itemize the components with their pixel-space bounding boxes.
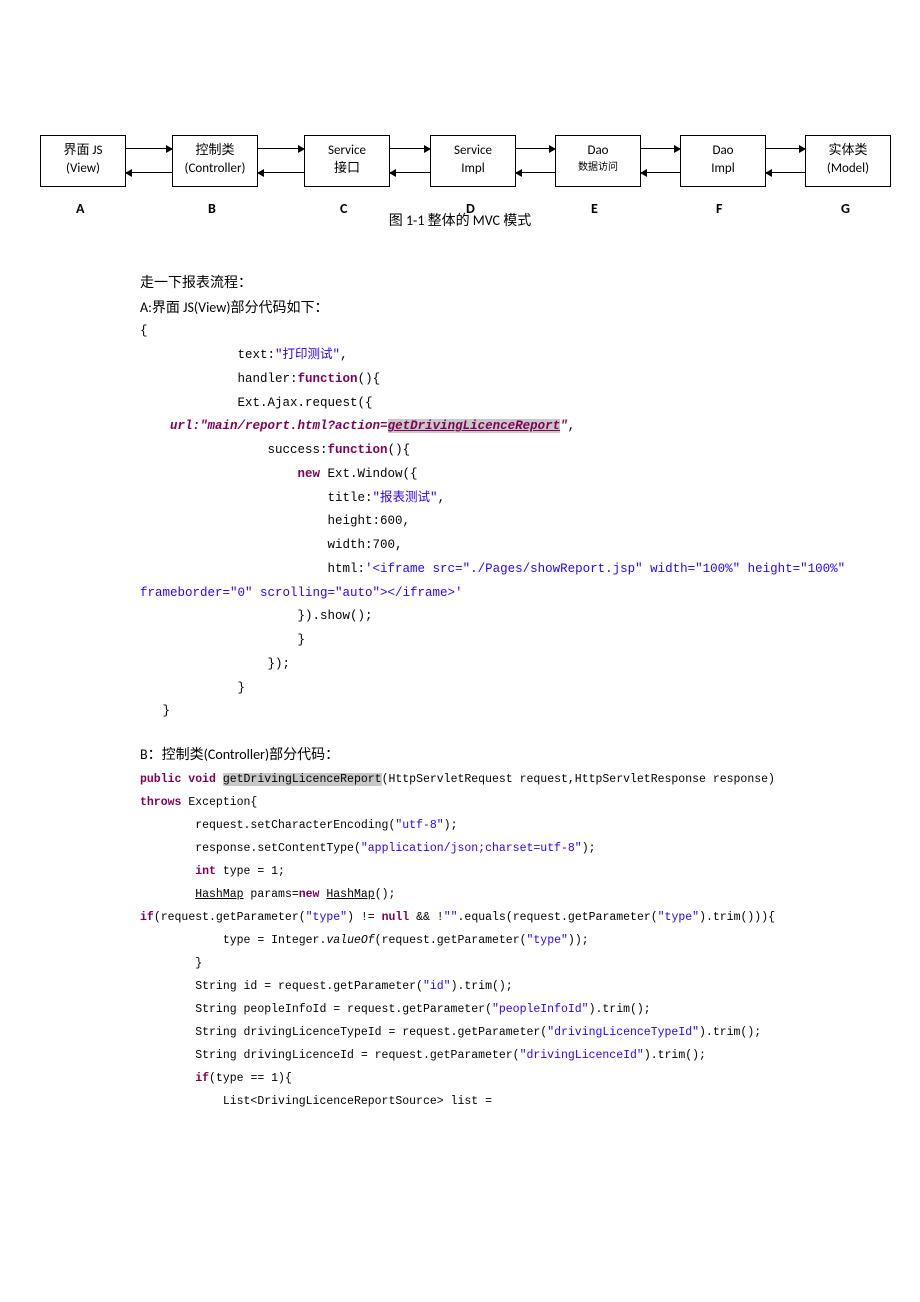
diagram-label-f: F <box>716 200 722 217</box>
arrow-back-3 <box>516 172 555 173</box>
action-highlight: getDrivingLicenceReport <box>388 419 561 433</box>
method-name-highlight: getDrivingLicenceReport <box>223 773 382 786</box>
diagram-box-d: ServiceImpl <box>430 135 516 187</box>
arrow-forward-2 <box>390 148 430 149</box>
arrow-back-1 <box>258 172 304 173</box>
arrow-forward-0 <box>126 148 172 149</box>
code-block-a: { text:"打印测试", handler:function(){ Ext.A… <box>140 320 860 724</box>
section-a-title: A:界面 JS(View)部分代码如下： <box>140 295 860 320</box>
figure-caption: 图 1-1 整体的 MVC 模式 <box>30 210 890 230</box>
code-block-b: public void getDrivingLicenceReport(Http… <box>140 768 860 1113</box>
diagram-box-a: 界面 JS(View) <box>40 135 126 187</box>
arrow-back-0 <box>126 172 172 173</box>
diagram-box-g: 实体类(Model) <box>805 135 891 187</box>
diagram-label-g: G <box>841 200 850 217</box>
url-line: url:"main/report.html?action=getDrivingL… <box>170 419 568 433</box>
mvc-diagram: 界面 JS(View)A控制类(Controller)BService接口CSe… <box>30 80 890 200</box>
arrow-back-4 <box>641 172 680 173</box>
flow-intro: 走一下报表流程： <box>140 270 860 295</box>
diagram-label-e: E <box>591 200 598 217</box>
diagram-box-c: Service接口 <box>304 135 390 187</box>
diagram-label-b: B <box>208 200 216 217</box>
diagram-box-b: 控制类(Controller) <box>172 135 258 187</box>
arrow-forward-1 <box>258 148 304 149</box>
arrow-forward-4 <box>641 148 680 149</box>
diagram-box-f: DaoImpl <box>680 135 766 187</box>
diagram-label-c: C <box>340 200 347 217</box>
section-b-title: B：控制类(Controller)部分代码： <box>140 744 890 764</box>
arrow-back-2 <box>390 172 430 173</box>
diagram-label-d: D <box>466 200 475 217</box>
arrow-forward-5 <box>766 148 805 149</box>
diagram-box-e: Dao数据访问 <box>555 135 641 187</box>
diagram-label-a: A <box>76 200 84 217</box>
arrow-back-5 <box>766 172 805 173</box>
arrow-forward-3 <box>516 148 555 149</box>
